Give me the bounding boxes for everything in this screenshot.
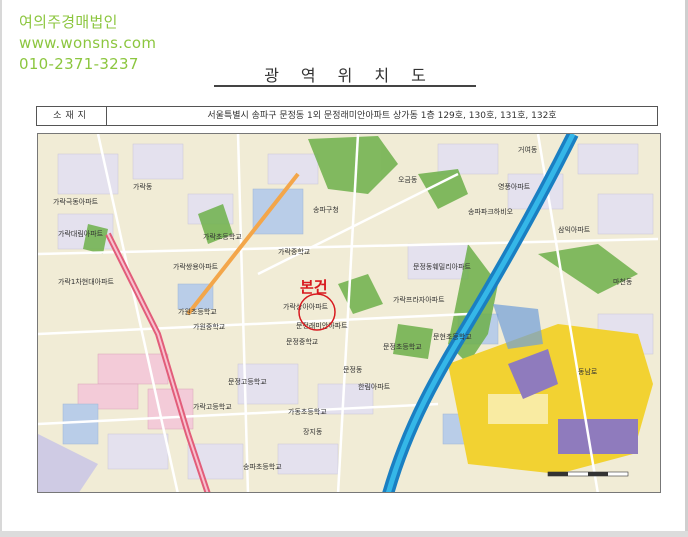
map-label: 문정동훼밀리아파트 [413, 262, 472, 271]
map-label: 송파파크하비오 [468, 207, 514, 216]
map-canvas: 가락극동아파트 가락대림아파트 가락1차현대아파트 가락쌍용아파트 가락프라자아… [38, 134, 660, 492]
map-label: 가락1차현대아파트 [58, 277, 115, 286]
map-label: 가락대림아파트 [58, 229, 104, 238]
map-label: 가락프라자아파트 [393, 295, 445, 304]
brand-name: 여의주경매법인 [19, 13, 118, 31]
map-label: 문현초등학교 [433, 332, 472, 341]
frame-bottom-edge [0, 531, 688, 537]
map-label: 삼익아파트 [558, 225, 591, 234]
map-label: 가락쌍용아파트 [173, 262, 219, 271]
brand-website[interactable]: www.wonsns.com [19, 33, 156, 54]
map-label: 문정동 [343, 365, 363, 374]
address-value: 서울특별시 송파구 문정동 1외 문정래미안아파트 상가동 1층 129호, 1… [207, 111, 557, 121]
scale-bar [547, 471, 629, 477]
map-label: 가락상아아파트 [283, 302, 329, 311]
map-label: 가원중학교 [193, 322, 226, 331]
map-label: 가동초등학교 [288, 407, 327, 416]
map-label: 문정중학교 [286, 337, 319, 346]
map-label: 마천동 [613, 277, 633, 286]
location-map[interactable]: 가락극동아파트 가락대림아파트 가락1차현대아파트 가락쌍용아파트 가락프라자아… [37, 133, 661, 493]
map-label: 한림아파트 [358, 382, 391, 391]
map-label: 송파구청 [313, 205, 339, 214]
map-label: 동남로 [578, 367, 598, 376]
frame-left-edge [0, 0, 2, 537]
brand-block: 여의주경매법인 www.wonsns.com 010-2371-3237 [19, 12, 156, 75]
title-underline [214, 85, 476, 87]
map-label: 가락극동아파트 [53, 197, 99, 206]
map-label: 가락동 [133, 182, 153, 191]
map-label: 가락초등학교 [203, 232, 242, 241]
map-label: 송파초등학교 [243, 462, 282, 471]
address-label: 소재지 [37, 107, 107, 125]
map-label: 가락중학교 [278, 247, 311, 256]
map-label: 오금동 [398, 176, 418, 184]
map-label: 가락고등학교 [193, 402, 232, 411]
map-label: 문정고등학교 [228, 377, 267, 386]
address-row: 소재지 서울특별시 송파구 문정동 1외 문정래미안아파트 상가동 1층 129… [36, 106, 658, 126]
map-label: 장지동 [303, 427, 323, 436]
page-title: 광역위치도 [264, 66, 448, 85]
marker-label: 본건 [300, 278, 328, 296]
map-label: 가원초등학교 [178, 307, 217, 316]
map-label: 영풍아파트 [498, 182, 531, 191]
map-label: 문정초등학교 [383, 342, 422, 351]
map-label: 거여동 [518, 145, 538, 154]
brand-phone: 010-2371-3237 [19, 55, 139, 73]
